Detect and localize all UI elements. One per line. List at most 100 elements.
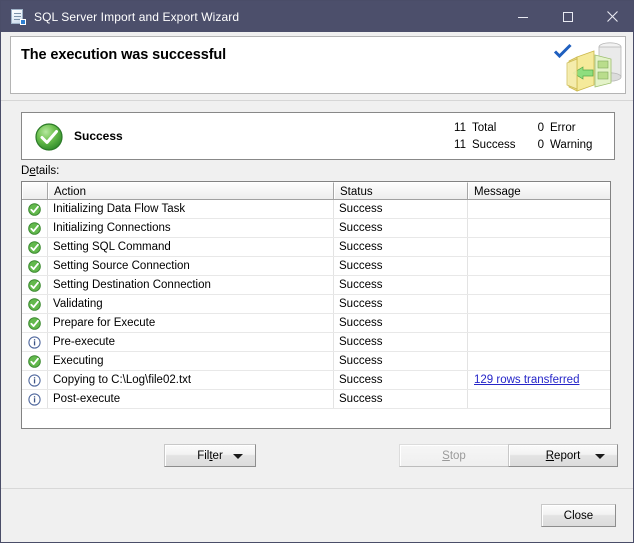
table-row[interactable]: Initializing Connections Success (22, 219, 610, 238)
info-icon (28, 373, 41, 387)
table-row[interactable]: Executing Success (22, 352, 610, 371)
row-status-icon-cell (22, 352, 48, 370)
cell-status: Success (334, 257, 468, 275)
details-grid[interactable]: Action Status Message Initializing Data … (21, 181, 611, 429)
cell-message (468, 295, 610, 313)
cell-message (468, 200, 610, 218)
info-icon (28, 335, 41, 349)
cell-status: Success (334, 276, 468, 294)
report-label-accel: R (545, 449, 555, 462)
count-success-label: Success (472, 138, 516, 151)
filter-label-pre: Fil (197, 449, 210, 462)
count-error-value: 0 (537, 121, 544, 134)
cell-message (468, 238, 610, 256)
banner-divider (1, 100, 633, 101)
window-title: SQL Server Import and Export Wizard (34, 9, 240, 24)
cell-action: Prepare for Execute (48, 314, 334, 332)
rows-transferred-link[interactable]: 129 rows transferred (474, 374, 579, 386)
row-status-icon-cell (22, 295, 48, 313)
column-header-icon[interactable] (22, 182, 48, 199)
table-row[interactable]: Copying to C:\Log\file02.txt Success 129 r… (22, 371, 610, 390)
window-close-button[interactable] (590, 1, 633, 32)
summary-counts: 11 Total 0 Error 11 Success 0 Warning (450, 119, 606, 153)
close-button-label: Close (563, 509, 594, 522)
info-icon (28, 392, 41, 406)
cell-status: Success (334, 314, 468, 332)
wizard-window: SQL Server Import and Export Wizard The … (0, 0, 634, 543)
page-title: The execution was successful (21, 47, 227, 63)
column-header-action[interactable]: Action (48, 182, 334, 199)
summary-panel: Success 11 Total 0 Error 11 Success 0 Wa… (21, 112, 615, 160)
cell-action: Setting SQL Command (48, 238, 334, 256)
chevron-down-icon (595, 453, 605, 459)
row-status-icon-cell (22, 371, 48, 389)
cell-action: Executing (48, 352, 334, 370)
filter-button[interactable]: Filter (164, 444, 256, 467)
title-bar: SQL Server Import and Export Wizard (1, 1, 633, 32)
cell-status: Success (334, 371, 468, 389)
success-icon (28, 221, 41, 235)
row-status-icon-cell (22, 257, 48, 275)
cell-action: Copying to C:\Log\file02.txt (48, 371, 334, 389)
table-row[interactable]: Setting Source Connection Success (22, 257, 610, 276)
row-status-icon-cell (22, 333, 48, 351)
cell-action: Initializing Connections (48, 219, 334, 237)
cell-message (468, 257, 610, 275)
summary-status-label: Success (74, 129, 123, 143)
success-icon (28, 202, 41, 216)
cell-action: Setting Destination Connection (48, 276, 334, 294)
success-icon (28, 297, 41, 311)
success-icon (28, 240, 41, 254)
table-row[interactable]: Pre-execute Success (22, 333, 610, 352)
cell-status: Success (334, 352, 468, 370)
stop-button: Stop (399, 444, 509, 467)
close-icon (607, 11, 618, 22)
column-header-status[interactable]: Status (334, 182, 468, 199)
column-header-message[interactable]: Message (468, 182, 610, 199)
cell-message (468, 390, 610, 408)
row-status-icon-cell (22, 390, 48, 408)
minimize-button[interactable] (500, 1, 545, 32)
cell-message (468, 352, 610, 370)
green-success-circle-icon (35, 123, 63, 151)
cell-message: 129 rows transferred (468, 371, 610, 389)
cell-message (468, 219, 610, 237)
cell-status: Success (334, 390, 468, 408)
success-icon (28, 278, 41, 292)
cell-status: Success (334, 333, 468, 351)
filter-label-post: er (212, 449, 223, 462)
minimize-icon (517, 16, 528, 18)
grid-header-row: Action Status Message (22, 182, 610, 200)
table-row[interactable]: Prepare for Execute Success (22, 314, 610, 333)
banner: The execution was successful (10, 36, 626, 94)
stop-label-post: top (449, 449, 466, 462)
footer-divider (1, 488, 633, 489)
table-row[interactable]: Initializing Data Flow Task Success (22, 200, 610, 219)
cell-message (468, 333, 610, 351)
row-status-icon-cell (22, 276, 48, 294)
cell-action: Validating (48, 295, 334, 313)
count-warning-label: Warning (550, 138, 593, 151)
cell-action: Post-execute (48, 390, 334, 408)
table-row[interactable]: Setting Destination Connection Success (22, 276, 610, 295)
cell-message (468, 314, 610, 332)
row-status-icon-cell (22, 238, 48, 256)
details-label: Details: (21, 165, 59, 177)
close-button[interactable]: Close (541, 504, 616, 527)
report-label-post: eport (554, 449, 581, 462)
count-success-value: 11 (454, 138, 466, 151)
count-total-value: 11 (454, 121, 466, 134)
cell-status: Success (334, 238, 468, 256)
details-label-suffix: tails: (35, 165, 60, 177)
row-status-icon-cell (22, 314, 48, 332)
cell-action: Pre-execute (48, 333, 334, 351)
cell-status: Success (334, 219, 468, 237)
table-row[interactable]: Post-execute Success (22, 390, 610, 409)
count-warning-value: 0 (537, 138, 544, 151)
table-row[interactable]: Setting SQL Command Success (22, 238, 610, 257)
maximize-button[interactable] (545, 1, 590, 32)
report-button[interactable]: Report (508, 444, 618, 467)
wizard-document-icon (10, 8, 26, 25)
table-row[interactable]: Validating Success (22, 295, 610, 314)
count-error-label: Error (550, 121, 576, 134)
